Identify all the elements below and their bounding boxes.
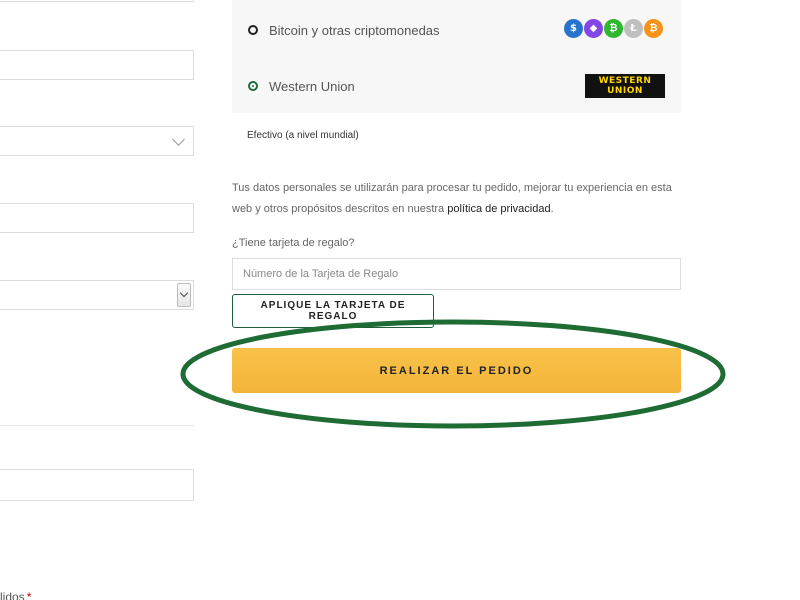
radio-western-union[interactable] xyxy=(248,81,258,91)
billing-field-address[interactable] xyxy=(0,203,194,233)
privacy-notice: Tus datos personales se utilizarán para … xyxy=(232,178,692,220)
billing-field-1[interactable] xyxy=(0,0,194,2)
payment-option-crypto[interactable]: Bitcoin y otras criptomonedas xyxy=(248,18,440,42)
gift-card-input[interactable] xyxy=(232,258,681,290)
billing-field-2[interactable] xyxy=(0,50,194,80)
bitcoin-cash-icon: ₿ xyxy=(604,19,623,38)
western-union-logo: WESTERN UNION xyxy=(585,74,665,98)
privacy-policy-link[interactable]: política de privacidad xyxy=(447,203,550,215)
payment-label-western-union: Western Union xyxy=(269,78,355,94)
payment-option-western-union[interactable]: Western Union xyxy=(248,74,355,98)
billing-field-extra[interactable] xyxy=(0,469,194,501)
partial-label-text: lidos xyxy=(0,590,25,600)
bitcoin-icon: ₿ xyxy=(644,19,663,38)
radio-crypto[interactable] xyxy=(248,25,258,35)
field-label-partial: lidos * xyxy=(0,590,31,600)
billing-select-province[interactable] xyxy=(0,280,194,310)
payment-methods-box: Bitcoin y otras criptomonedas $ ◆ ₿ Ł ₿ West… xyxy=(232,0,681,113)
western-union-logo-line1: WESTERN xyxy=(598,76,652,86)
payment-label-crypto: Bitcoin y otras criptomonedas xyxy=(269,22,440,38)
section-divider xyxy=(0,425,194,426)
billing-select-country[interactable] xyxy=(0,126,194,156)
checkout-page: lidos * Bitcoin y otras criptomonedas $ ◆ ₿… xyxy=(0,0,800,600)
place-order-button[interactable]: REALIZAR EL PEDIDO xyxy=(232,348,681,393)
privacy-end: . xyxy=(550,203,554,215)
usdc-icon: $ xyxy=(564,19,583,38)
crypto-icons: $ ◆ ₿ Ł ₿ xyxy=(564,19,663,38)
payment-description: Efectivo (a nivel mundial) xyxy=(247,130,359,141)
litecoin-icon: Ł xyxy=(624,19,643,38)
select-arrow-icon xyxy=(177,283,191,307)
apply-gift-card-button[interactable]: APLIQUE LA TARJETA DE REGALO xyxy=(232,294,434,328)
western-union-logo-line2: UNION xyxy=(607,86,643,96)
required-asterisk: * xyxy=(26,590,32,600)
ethereum-icon: ◆ xyxy=(584,19,603,38)
gift-card-question: ¿Tiene tarjeta de regalo? xyxy=(232,237,355,249)
